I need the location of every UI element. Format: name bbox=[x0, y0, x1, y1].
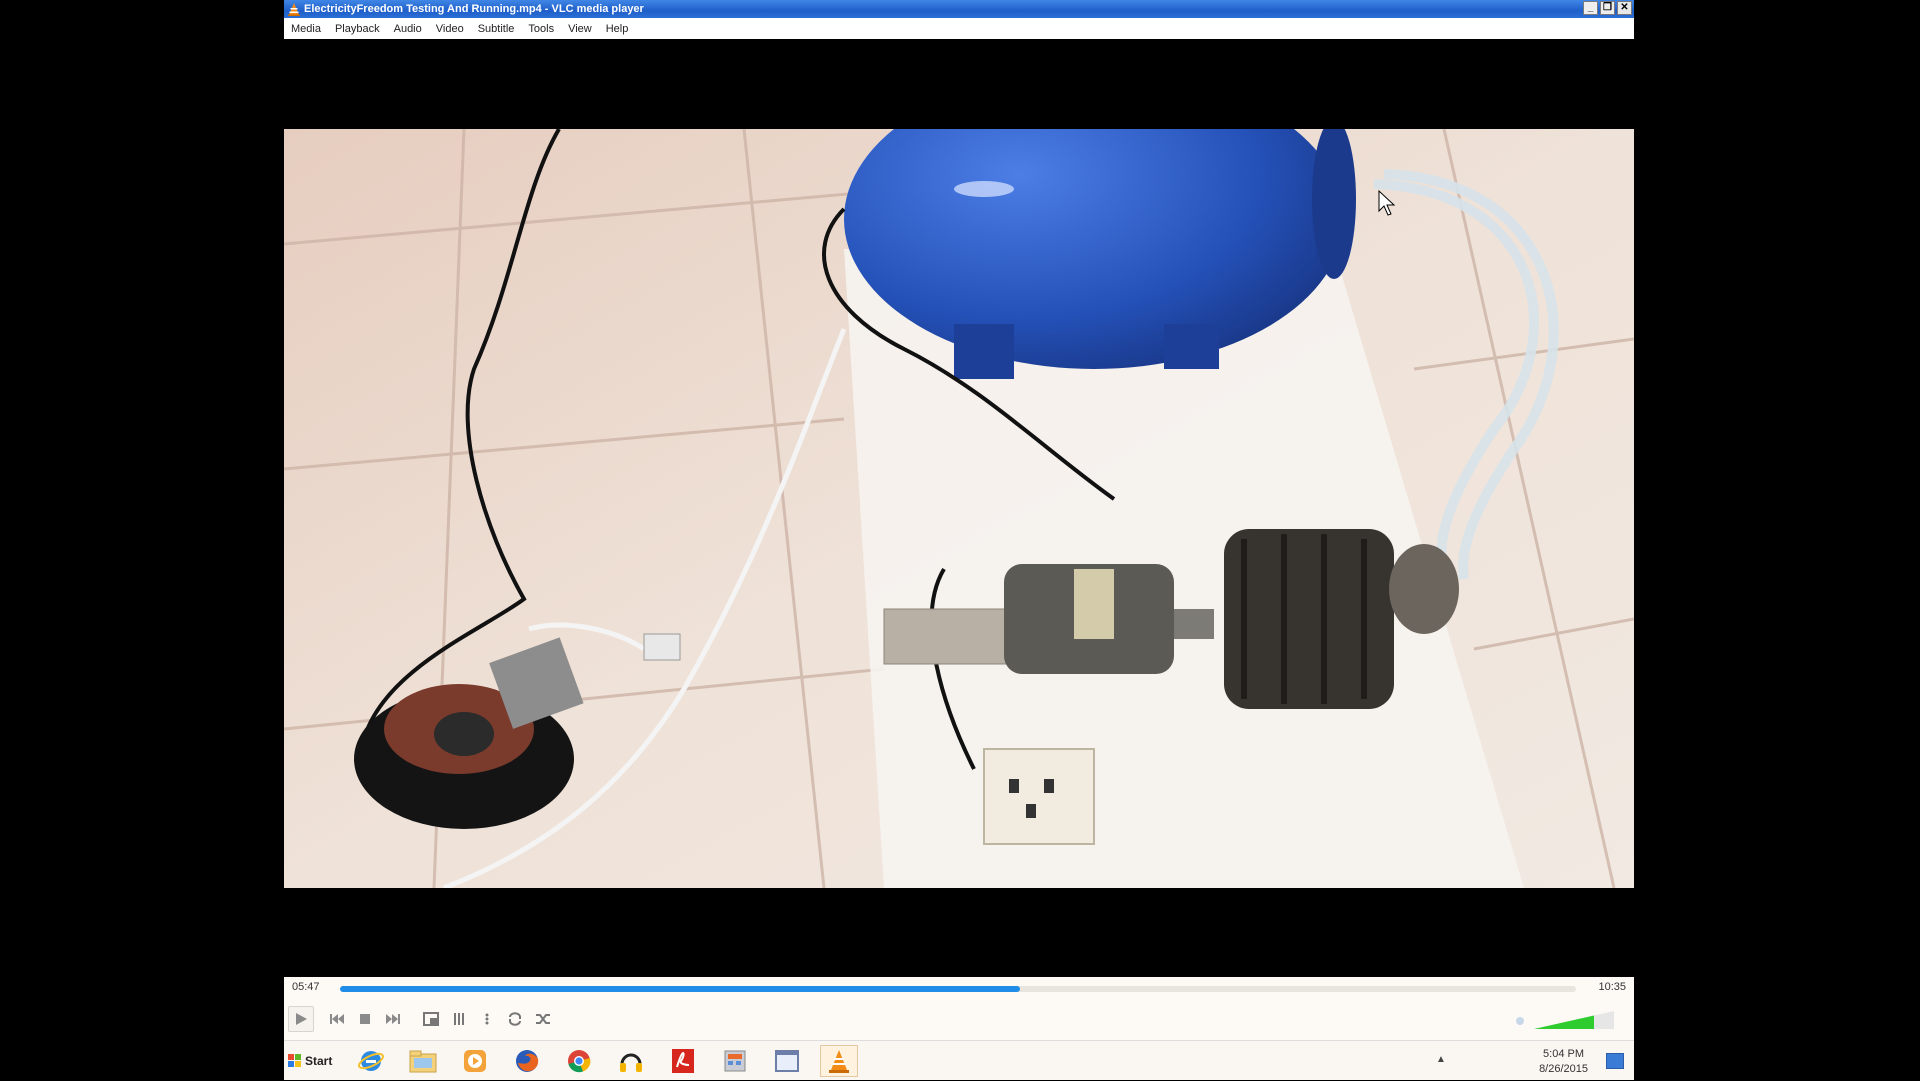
volume-level bbox=[1534, 1015, 1594, 1029]
next-button[interactable] bbox=[380, 1006, 406, 1032]
previous-button[interactable] bbox=[324, 1006, 350, 1032]
taskbar-internet-explorer[interactable] bbox=[352, 1045, 390, 1077]
window-controls: _ ❐ ✕ bbox=[1583, 1, 1632, 15]
shuffle-button[interactable] bbox=[530, 1006, 556, 1032]
menu-subtitle[interactable]: Subtitle bbox=[471, 23, 522, 35]
minimize-button[interactable]: _ bbox=[1583, 1, 1598, 15]
playback-controls: 05:47 10:35 bbox=[284, 977, 1634, 1040]
vlc-icon bbox=[829, 1050, 849, 1073]
menu-media[interactable]: Media bbox=[284, 23, 328, 35]
extended-settings-button[interactable] bbox=[446, 1006, 472, 1032]
chrome-icon bbox=[568, 1050, 591, 1073]
stop-icon bbox=[360, 1014, 370, 1024]
menu-playback[interactable]: Playback bbox=[328, 23, 387, 35]
volume-graphic bbox=[1516, 1011, 1614, 1029]
headphones-icon bbox=[620, 1053, 642, 1072]
folder-icon bbox=[409, 1050, 437, 1073]
loop-button[interactable] bbox=[502, 1006, 528, 1032]
show-desktop-icon[interactable] bbox=[1606, 1053, 1624, 1069]
fullscreen-icon bbox=[423, 1012, 439, 1026]
start-label: Start bbox=[305, 1054, 333, 1068]
menu-video[interactable]: Video bbox=[429, 23, 471, 35]
firefox-icon bbox=[516, 1050, 539, 1072]
fullscreen-button[interactable] bbox=[418, 1006, 444, 1032]
playlist-button[interactable] bbox=[474, 1006, 500, 1032]
acrobat-icon bbox=[672, 1049, 694, 1073]
vlc-window: ElectricityFreedom Testing And Running.m… bbox=[284, 0, 1634, 1080]
control-buttons bbox=[284, 1004, 1634, 1036]
taskbar-acrobat[interactable] bbox=[664, 1045, 702, 1077]
clock-time: 5:04 PM bbox=[1543, 1048, 1585, 1060]
close-button[interactable]: ✕ bbox=[1617, 1, 1632, 15]
window-icon bbox=[775, 1050, 799, 1072]
play-button[interactable] bbox=[288, 1006, 314, 1032]
taskbar-media-player[interactable] bbox=[456, 1045, 494, 1077]
windows-logo-icon bbox=[288, 1054, 301, 1067]
media-player-icon bbox=[464, 1050, 486, 1072]
loop-icon bbox=[509, 1012, 521, 1026]
elapsed-time: 05:47 bbox=[292, 981, 320, 993]
taskbar-calculator[interactable] bbox=[716, 1045, 754, 1077]
stop-button[interactable] bbox=[352, 1006, 378, 1032]
taskbar-firefox[interactable] bbox=[508, 1045, 546, 1077]
previous-icon bbox=[330, 1014, 344, 1024]
taskbar-explorer[interactable] bbox=[404, 1045, 442, 1077]
taskbar-chrome[interactable] bbox=[560, 1045, 598, 1077]
internet-explorer-icon bbox=[358, 1051, 384, 1071]
title-bar[interactable]: ElectricityFreedom Testing And Running.m… bbox=[284, 0, 1634, 18]
show-hidden-icons-icon[interactable]: ▲ bbox=[1436, 1054, 1446, 1065]
system-tray: ▲ 5:04 PM 8/26/2015 bbox=[1426, 1041, 1626, 1081]
total-duration: 10:35 bbox=[1598, 981, 1626, 993]
menu-bar: Media Playback Audio Video Subtitle Tool… bbox=[284, 18, 1634, 39]
vlc-logo-icon bbox=[288, 3, 300, 16]
volume-slider[interactable] bbox=[1514, 1010, 1624, 1030]
video-scene bbox=[284, 129, 1634, 888]
clock[interactable]: 5:04 PM 8/26/2015 bbox=[1539, 1047, 1588, 1077]
taskbar-window-app[interactable] bbox=[768, 1045, 806, 1077]
next-icon bbox=[386, 1014, 400, 1024]
shuffle-icon bbox=[536, 1014, 550, 1024]
start-button[interactable]: Start bbox=[288, 1049, 332, 1073]
video-frame[interactable] bbox=[284, 129, 1634, 888]
taskbar: Start ▲ 5:04 PM 8/26/2015 bbox=[284, 1040, 1634, 1080]
play-icon bbox=[296, 1013, 307, 1025]
restore-button[interactable]: ❐ bbox=[1600, 1, 1615, 15]
seek-bar[interactable] bbox=[340, 986, 1576, 992]
taskbar-audio-app[interactable] bbox=[612, 1045, 650, 1077]
playlist-icon bbox=[485, 1013, 489, 1025]
speaker-icon bbox=[1516, 1017, 1524, 1025]
clock-date: 8/26/2015 bbox=[1539, 1063, 1588, 1075]
menu-audio[interactable]: Audio bbox=[387, 23, 429, 35]
window-title: ElectricityFreedom Testing And Running.m… bbox=[304, 3, 644, 15]
menu-view[interactable]: View bbox=[561, 23, 599, 35]
menu-help[interactable]: Help bbox=[599, 23, 636, 35]
equalizer-icon bbox=[454, 1013, 464, 1025]
taskbar-vlc[interactable] bbox=[820, 1045, 858, 1077]
menu-tools[interactable]: Tools bbox=[521, 23, 561, 35]
calculator-icon bbox=[724, 1050, 746, 1072]
seek-bar-progress bbox=[340, 986, 1020, 992]
